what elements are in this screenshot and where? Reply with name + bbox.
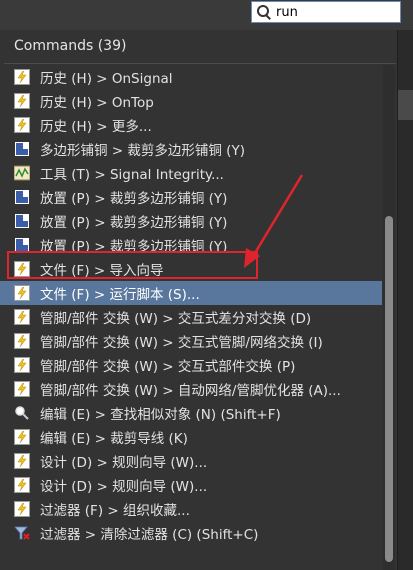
annotation-arrow: [244, 174, 304, 268]
